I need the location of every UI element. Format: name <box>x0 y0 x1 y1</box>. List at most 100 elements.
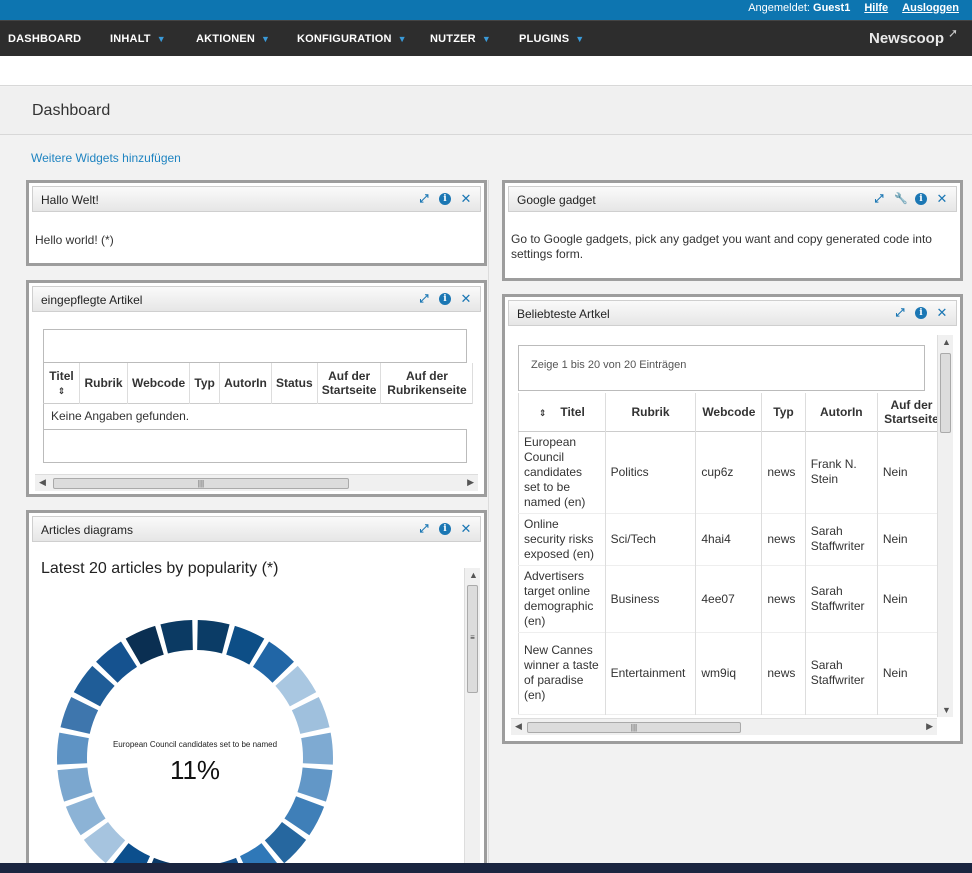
scroll-up-icon[interactable]: ▲ <box>942 337 951 347</box>
column-header[interactable]: Status <box>271 363 318 403</box>
column-divider <box>488 180 489 873</box>
main-navigation: DASHBOARD INHALT ▼ AKTIONEN ▼ KONFIGURATIO… <box>0 20 972 56</box>
empty-message: Keine Angaben gefunden. <box>51 409 190 424</box>
nav-plugins[interactable]: PLUGINS ▼ <box>519 33 584 45</box>
scroll-right-icon[interactable]: ▶ <box>467 477 474 488</box>
scroll-up-icon[interactable]: ▲ <box>469 570 478 580</box>
top-bar: Angemeldet: Guest1 Hilfe Ausloggen <box>0 0 972 20</box>
scroll-down-icon[interactable]: ▼ <box>942 705 951 715</box>
donut-slice[interactable] <box>57 767 93 802</box>
widget-header[interactable]: eingepflegte Artikel ⤢ i ✕ <box>32 286 481 312</box>
scroll-thumb[interactable]: ||| <box>53 478 349 489</box>
scroll-left-icon[interactable]: ◀ <box>39 477 46 488</box>
column-header[interactable]: ⇕ Titel <box>518 393 606 431</box>
nav-dashboard[interactable]: DASHBOARD <box>8 33 81 45</box>
widget-title: Beliebteste Artkel <box>517 307 610 321</box>
nav-aktionen[interactable]: AKTIONEN ▼ <box>196 33 270 45</box>
cell-title[interactable]: Online security risks exposed (en) <box>518 513 606 565</box>
cell-autor: Sarah Staffwriter <box>805 565 878 632</box>
maximize-icon[interactable]: ⤢ <box>418 193 430 205</box>
info-icon[interactable]: i <box>439 193 451 205</box>
center-label: European Council candidates set to be na… <box>113 740 277 749</box>
help-link[interactable]: Hilfe <box>864 2 888 14</box>
cell-autor: Sarah Staffwriter <box>805 513 878 565</box>
cell-title[interactable]: New Cannes winner a taste of paradise (e… <box>518 632 606 714</box>
scroll-thumb[interactable]: ≡ <box>467 585 478 693</box>
wrench-icon[interactable]: 🔧 <box>894 193 908 205</box>
widget-header[interactable]: Google gadget ⤢ 🔧 i ✕ <box>508 186 957 212</box>
table-row[interactable]: New Cannes winner a taste of paradise (e… <box>518 632 937 714</box>
column-header[interactable]: Auf der Startseite <box>317 363 382 403</box>
caret-down-icon: ▼ <box>481 34 491 44</box>
widget-articles-diagrams: Articles diagrams ⤢ i ✕ Latest 20 articl… <box>26 510 487 873</box>
vertical-scrollbar[interactable]: ▲ ▼ <box>937 335 953 717</box>
column-header[interactable]: Typ <box>189 363 221 403</box>
vertical-scrollbar[interactable]: ▲ ≡ <box>464 568 480 873</box>
table-row[interactable]: European Council candidates set to be na… <box>518 431 937 513</box>
donut-slice[interactable] <box>57 732 89 765</box>
close-icon[interactable]: ✕ <box>460 192 472 205</box>
column-header[interactable]: Titel ⇕ <box>43 363 80 403</box>
caret-down-icon: ▼ <box>575 34 585 44</box>
donut-slice[interactable] <box>301 732 333 765</box>
scroll-left-icon[interactable]: ◀ <box>515 721 522 732</box>
close-icon[interactable]: ✕ <box>460 292 472 305</box>
donut-slice[interactable] <box>291 696 330 734</box>
cell-startseite: Nein <box>877 513 937 565</box>
column-header[interactable]: AutorIn <box>805 393 878 431</box>
widget-header[interactable]: Beliebteste Artkel ⤢ i ✕ <box>508 300 957 326</box>
cell-autor: Frank N. Stein <box>805 431 878 513</box>
column-header[interactable]: Webcode <box>127 363 191 403</box>
donut-slice[interactable] <box>60 696 99 734</box>
horizontal-scrollbar[interactable]: ◀ ||| ▶ <box>511 718 937 735</box>
maximize-icon[interactable]: ⤢ <box>418 523 430 535</box>
page-title: Dashboard <box>32 102 111 119</box>
maximize-icon[interactable]: ⤢ <box>894 307 906 319</box>
maximize-icon[interactable]: ⤢ <box>418 293 430 305</box>
add-widgets-link[interactable]: Weitere Widgets hinzufügen <box>31 151 181 165</box>
table-row[interactable]: Online security risks exposed (en) Sci/T… <box>518 513 937 565</box>
info-icon[interactable]: i <box>439 293 451 305</box>
column-header[interactable]: Rubrik <box>605 393 697 431</box>
popular-scroll-area: Zeige 1 bis 20 von 20 Einträgen ⇕ Titel R… <box>511 335 937 717</box>
close-icon[interactable]: ✕ <box>936 192 948 205</box>
cell-typ: news <box>761 632 806 714</box>
donut-slice[interactable] <box>297 767 333 802</box>
logged-in-status: Angemeldet: Guest1 <box>748 2 851 14</box>
close-icon[interactable]: ✕ <box>460 522 472 535</box>
center-value: 11% <box>170 755 220 785</box>
nav-nutzer[interactable]: NUTZER ▼ <box>430 33 491 45</box>
info-icon[interactable]: i <box>439 523 451 535</box>
horizontal-scrollbar[interactable]: ◀ ||| ▶ <box>35 474 478 491</box>
info-icon[interactable]: i <box>915 193 927 205</box>
cell-startseite: Nein <box>877 565 937 632</box>
table-row[interactable]: Advertisers target online demographic (e… <box>518 565 937 632</box>
widget-header[interactable]: Articles diagrams ⤢ i ✕ <box>32 516 481 542</box>
close-icon[interactable]: ✕ <box>936 306 948 319</box>
logout-link[interactable]: Ausloggen <box>902 2 959 14</box>
table-info-box: Zeige 1 bis 20 von 20 Einträgen <box>518 345 925 391</box>
column-header[interactable]: Webcode <box>695 393 763 431</box>
scroll-thumb[interactable] <box>940 353 951 433</box>
cell-webcode: 4ee07 <box>695 565 763 632</box>
cell-rubrik: Politics <box>605 431 697 513</box>
scroll-right-icon[interactable]: ▶ <box>926 721 933 732</box>
info-icon[interactable]: i <box>915 307 927 319</box>
column-header[interactable]: Rubrik <box>79 363 128 403</box>
donut-slice[interactable] <box>197 620 230 654</box>
column-header[interactable]: Typ <box>761 393 806 431</box>
nav-konfiguration[interactable]: KONFIGURATION ▼ <box>297 33 407 45</box>
column-header[interactable]: Auf der Rubrikenseite <box>380 363 474 403</box>
column-header[interactable]: Auf der Startseite <box>877 393 937 431</box>
column-header[interactable]: AutorIn <box>219 363 272 403</box>
cell-webcode: 4hai4 <box>695 513 763 565</box>
nav-inhalt[interactable]: INHALT ▼ <box>110 33 166 45</box>
maximize-icon[interactable]: ⤢ <box>873 193 885 205</box>
widget-header[interactable]: Hallo Welt! ⤢ i ✕ <box>32 186 481 212</box>
donut-slice[interactable] <box>160 620 193 654</box>
cell-title[interactable]: European Council candidates set to be na… <box>518 431 606 513</box>
scroll-thumb[interactable]: ||| <box>527 722 741 733</box>
newscoop-logo[interactable]: Newscoop ➚ <box>869 26 958 47</box>
widget-title: eingepflegte Artikel <box>41 293 143 307</box>
cell-title[interactable]: Advertisers target online demographic (e… <box>518 565 606 632</box>
